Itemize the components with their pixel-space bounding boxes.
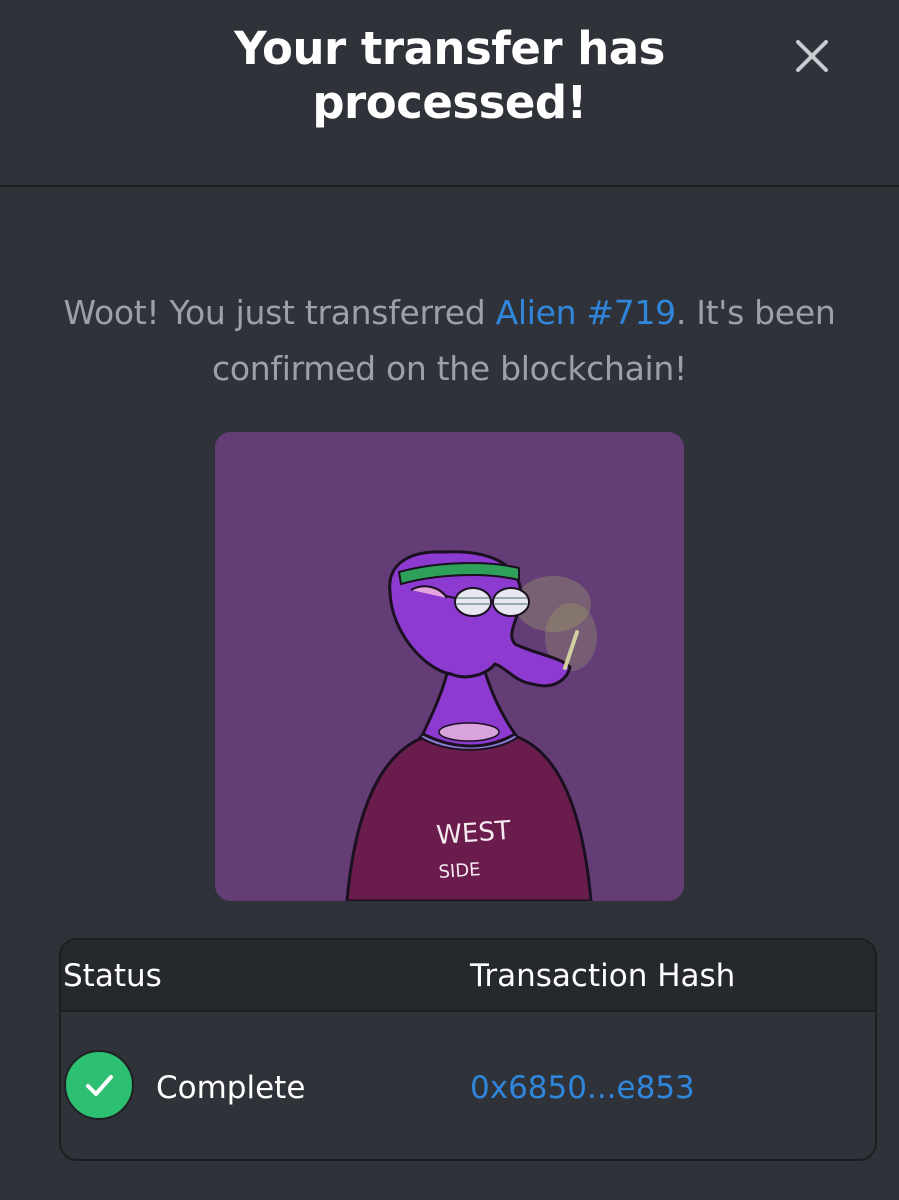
check-icon bbox=[64, 1050, 134, 1120]
close-icon[interactable] bbox=[790, 34, 834, 78]
table-header: Status Transaction Hash bbox=[61, 940, 875, 1012]
modal-title: Your transfer has processed! bbox=[234, 22, 665, 129]
header-transaction-hash: Transaction Hash bbox=[470, 958, 736, 994]
header-status: Status bbox=[63, 958, 162, 994]
transaction-table: Status Transaction Hash Complete 0x6850.… bbox=[59, 938, 877, 1161]
nft-image: WEST SIDE bbox=[215, 432, 684, 901]
modal-header: Your transfer has processed! bbox=[0, 0, 899, 187]
shirt-text-side: SIDE bbox=[438, 859, 481, 883]
nft-link[interactable]: Alien #719 bbox=[496, 293, 677, 332]
message-text-before: Woot! You just transferred bbox=[63, 293, 496, 332]
transaction-hash-link[interactable]: 0x6850...e853 bbox=[470, 1068, 695, 1108]
status-value: Complete bbox=[156, 1070, 306, 1106]
confirmation-message: Woot! You just transferred Alien #719. I… bbox=[40, 285, 859, 397]
shirt-text-west: WEST bbox=[435, 816, 512, 851]
